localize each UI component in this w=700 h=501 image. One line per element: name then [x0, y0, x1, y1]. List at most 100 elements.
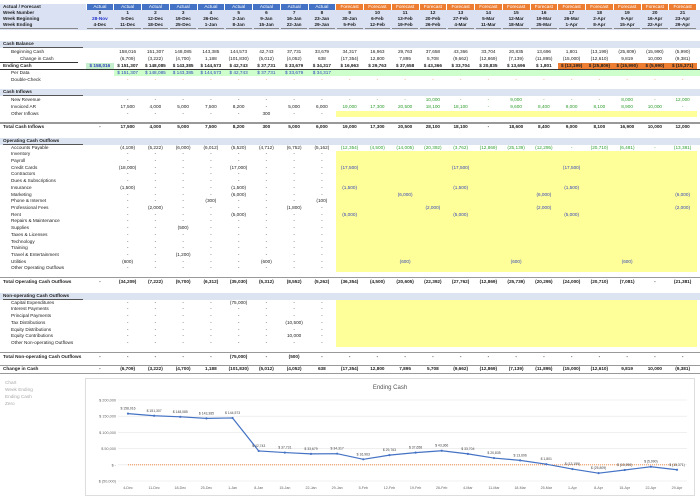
- cell-capital-expenditures[interactable]: [391, 300, 419, 307]
- cell-training[interactable]: -: [308, 245, 336, 252]
- cell-per-data[interactable]: [419, 70, 447, 77]
- cell-total-operating-cash-outflows[interactable]: (20,295): [530, 279, 558, 286]
- cell-supplies[interactable]: -: [225, 225, 253, 232]
- cell-equity-distributions[interactable]: -: [114, 327, 142, 334]
- cell-payroll[interactable]: -: [253, 158, 281, 165]
- cell-utilities[interactable]: -: [197, 259, 225, 266]
- cell-contractors[interactable]: [641, 171, 669, 178]
- cell-interest-payments[interactable]: [502, 306, 530, 313]
- cell-rent[interactable]: [613, 212, 641, 219]
- cell-capital-expenditures[interactable]: [475, 300, 503, 307]
- cell-interest-payments[interactable]: [391, 306, 419, 313]
- week-ending[interactable]: 29-Jan: [309, 22, 335, 30]
- cell-other-non-operating-outflows[interactable]: [447, 340, 475, 347]
- cell-credit-cards[interactable]: [391, 165, 419, 172]
- cell-professional-fees[interactable]: (2,000): [142, 205, 170, 212]
- cell-beginning-cash[interactable]: 144,573: [225, 49, 253, 56]
- cell-rent[interactable]: -: [197, 212, 225, 219]
- cell-dues-subscriptions[interactable]: -: [253, 178, 281, 185]
- cell-dues-subscriptions[interactable]: [641, 178, 669, 185]
- cell-rent[interactable]: (5,000): [225, 212, 253, 219]
- cell-inventory[interactable]: -: [142, 151, 170, 158]
- cell-phone-internet[interactable]: [447, 198, 475, 205]
- cell-dues-subscriptions[interactable]: -: [142, 178, 170, 185]
- cell-total-non-operating-cash-outflows[interactable]: -: [669, 354, 697, 361]
- cell-phone-internet[interactable]: -: [280, 198, 308, 205]
- cell-change-in-cash-sub[interactable]: (5,012): [253, 56, 281, 63]
- cell-technology[interactable]: [419, 239, 447, 246]
- cell-supplies[interactable]: [419, 225, 447, 232]
- cell-equity-contributions[interactable]: [86, 333, 114, 340]
- cell-taxes-licenses[interactable]: [475, 232, 503, 239]
- cell-inventory[interactable]: [641, 151, 669, 158]
- cell-ending-cash[interactable]: $ 1,801: [530, 63, 558, 70]
- cell-per-data[interactable]: [641, 70, 669, 77]
- cell-total-cash-inflows[interactable]: 20,500: [391, 124, 419, 131]
- cell-inventory[interactable]: [530, 151, 558, 158]
- cell-training[interactable]: [336, 245, 364, 252]
- cell-training[interactable]: [502, 245, 530, 252]
- cell-interest-payments[interactable]: -: [308, 306, 336, 313]
- cell-professional-fees[interactable]: [613, 205, 641, 212]
- cell-accounts-payable[interactable]: (13,381): [669, 145, 697, 152]
- cell-rent[interactable]: [586, 212, 614, 219]
- cell-utilities[interactable]: -: [169, 259, 197, 266]
- cell-phone-internet[interactable]: [86, 198, 114, 205]
- cell-new-revenue[interactable]: -: [475, 97, 503, 104]
- cell-rent[interactable]: [669, 212, 697, 219]
- cell-change-in-cash[interactable]: (9,662): [447, 366, 475, 373]
- cell-ending-cash[interactable]: $ 33,679: [280, 63, 308, 70]
- cell-training[interactable]: [530, 245, 558, 252]
- cell-insurance[interactable]: -: [142, 185, 170, 192]
- cell-other-inflows[interactable]: [475, 111, 503, 118]
- cell-interest-payments[interactable]: [558, 306, 586, 313]
- cell-professional-fees[interactable]: [86, 205, 114, 212]
- cell-tax-distributions[interactable]: (10,500): [280, 320, 308, 327]
- cell-other-operating-outflows[interactable]: -: [114, 265, 142, 272]
- cell-invoiced-ar[interactable]: 18,100: [419, 104, 447, 111]
- cell-professional-fees[interactable]: (1,800): [280, 205, 308, 212]
- cell-change-in-cash[interactable]: 638: [308, 366, 336, 373]
- cell-new-revenue[interactable]: -: [391, 97, 419, 104]
- cell-double-check[interactable]: -: [502, 77, 530, 84]
- cell-invoiced-ar[interactable]: -: [475, 104, 503, 111]
- cell-change-in-cash[interactable]: 5,708: [419, 366, 447, 373]
- cell-total-non-operating-cash-outflows[interactable]: -: [114, 354, 142, 361]
- cell-change-in-cash[interactable]: 9,819: [613, 366, 641, 373]
- cell-credit-cards[interactable]: [86, 165, 114, 172]
- cell-utilities[interactable]: -: [280, 259, 308, 266]
- week-ending[interactable]: 4-Mar: [447, 22, 474, 30]
- cell-payroll[interactable]: [86, 158, 114, 165]
- cell-beginning-cash[interactable]: (15,990): [641, 49, 669, 56]
- cell-change-in-cash[interactable]: (4,052): [280, 366, 308, 373]
- cell-travel-entertainment[interactable]: [336, 252, 364, 259]
- cell-invoiced-ar[interactable]: 9,000: [558, 104, 586, 111]
- cell-other-non-operating-outflows[interactable]: -: [114, 340, 142, 347]
- cell-other-operating-outflows[interactable]: -: [225, 265, 253, 272]
- cell-invoiced-ar[interactable]: 9,600: [502, 104, 530, 111]
- cell-change-in-cash-sub[interactable]: 12,800: [364, 56, 392, 63]
- cell-beginning-cash[interactable]: 42,743: [253, 49, 281, 56]
- cell-change-in-cash[interactable]: (15,000): [558, 366, 586, 373]
- cell-change-in-cash[interactable]: (12,869): [475, 366, 503, 373]
- cell-tax-distributions[interactable]: [530, 320, 558, 327]
- cell-inventory[interactable]: -: [253, 151, 281, 158]
- cell-double-check[interactable]: -: [280, 77, 308, 84]
- cell-equity-distributions[interactable]: [502, 327, 530, 334]
- week-ending[interactable]: 15-Apr: [614, 22, 640, 30]
- cell-equity-distributions[interactable]: -: [253, 327, 281, 334]
- week-ending[interactable]: 1-Apr: [558, 22, 585, 30]
- cell-change-in-cash-sub[interactable]: 10,000: [641, 56, 669, 63]
- cell-utilities[interactable]: (600): [391, 259, 419, 266]
- cell-insurance[interactable]: [586, 185, 614, 192]
- cell-double-check[interactable]: -: [475, 77, 503, 84]
- cell-utilities[interactable]: (600): [114, 259, 142, 266]
- cell-accounts-payable[interactable]: (14,005): [391, 145, 419, 152]
- cell-equity-distributions[interactable]: [613, 327, 641, 334]
- cell-ending-cash[interactable]: $ 16,963: [336, 63, 364, 70]
- cell-inventory[interactable]: -: [169, 151, 197, 158]
- cell-interest-payments[interactable]: [419, 306, 447, 313]
- cell-double-check[interactable]: -: [169, 77, 197, 84]
- cell-principal-payments[interactable]: [447, 313, 475, 320]
- cell-taxes-licenses[interactable]: -: [253, 232, 281, 239]
